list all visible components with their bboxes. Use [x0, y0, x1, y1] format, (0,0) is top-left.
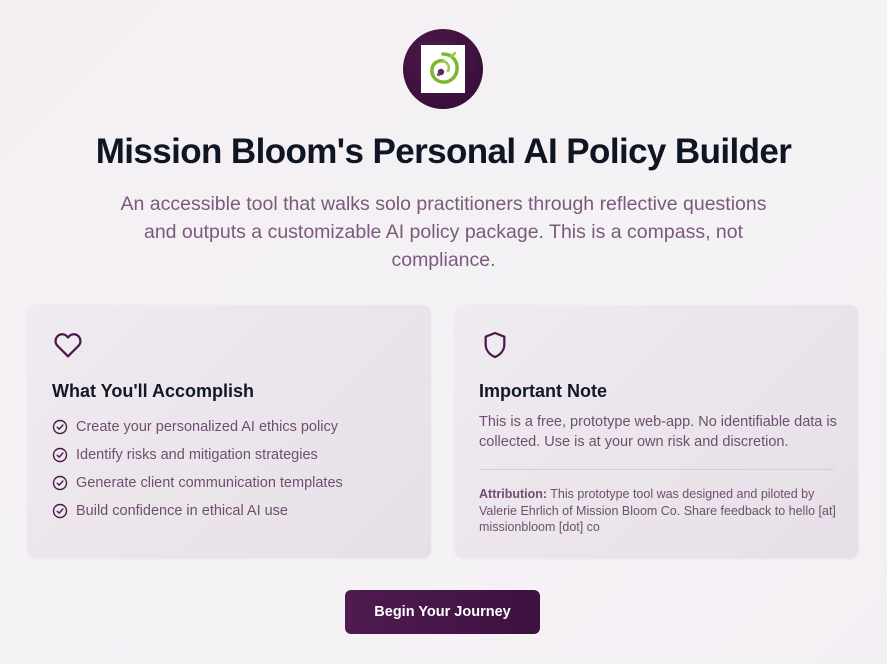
important-note-card: Important Note This is a free, prototype… [455, 305, 858, 558]
mission-bloom-logo-icon [421, 45, 465, 93]
check-circle-icon [52, 447, 68, 463]
check-circle-icon [52, 419, 68, 435]
list-item: Generate client communication templates [52, 469, 343, 497]
list-item: Identify risks and mitigation strategies [52, 441, 343, 469]
accomplish-card: What You'll Accomplish Create your perso… [28, 305, 431, 558]
page-subtitle: An accessible tool that walks solo pract… [120, 193, 767, 271]
important-note-text: This is a free, prototype web-app. No id… [479, 414, 837, 450]
accomplish-list: Create your personalized AI ethics polic… [52, 413, 343, 525]
page-title: Mission Bloom's Personal AI Policy Build… [95, 132, 792, 171]
shield-icon [484, 331, 506, 359]
begin-journey-button[interactable]: Begin Your Journey [345, 590, 540, 634]
attribution-label: Attribution: [479, 487, 548, 501]
accomplish-title: What You'll Accomplish [52, 381, 254, 401]
list-item-label: Identify risks and mitigation strategies [76, 447, 318, 463]
list-item-label: Generate client communication templates [76, 475, 343, 491]
attribution: Attribution: This prototype tool was des… [479, 486, 839, 536]
check-circle-icon [52, 503, 68, 519]
check-circle-icon [52, 475, 68, 491]
list-item-label: Create your personalized AI ethics polic… [76, 419, 338, 435]
heart-icon [54, 333, 82, 358]
important-note-title: Important Note [479, 381, 607, 401]
list-item-label: Build confidence in ethical AI use [76, 503, 288, 519]
list-item: Build confidence in ethical AI use [52, 497, 343, 525]
divider [479, 469, 834, 470]
list-item: Create your personalized AI ethics polic… [52, 413, 343, 441]
logo-badge [403, 29, 483, 109]
